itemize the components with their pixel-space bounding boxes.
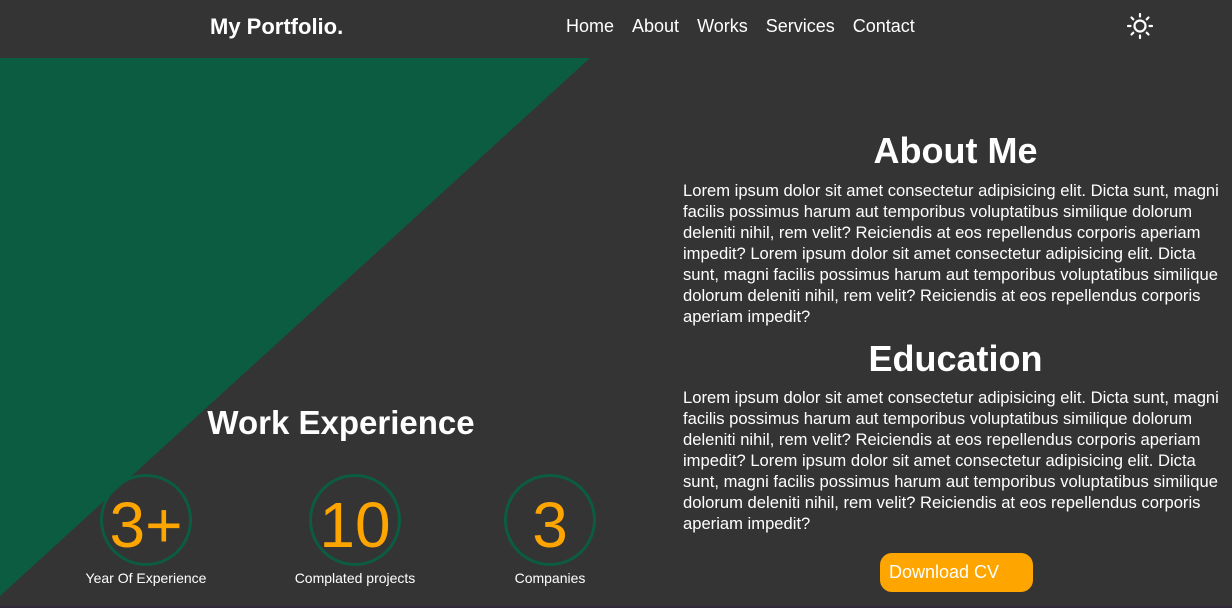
education-text: Lorem ipsum dolor sit amet consectetur a… bbox=[683, 388, 1219, 533]
download-cv-button[interactable]: Download CV bbox=[880, 553, 1033, 592]
nav-link-services[interactable]: Services bbox=[766, 16, 835, 37]
navbar: My Portfolio. Home About Works Services … bbox=[0, 0, 1232, 58]
stat-projects: 10 Complated projects bbox=[255, 474, 455, 586]
nav-links: Home About Works Services Contact bbox=[566, 16, 915, 37]
work-experience-title: Work Experience bbox=[207, 404, 475, 441]
nav-link-works[interactable]: Works bbox=[697, 16, 748, 37]
stat-value: 10 bbox=[319, 489, 391, 561]
page: My Portfolio. Home About Works Services … bbox=[0, 0, 1232, 608]
about-title: About Me bbox=[873, 130, 1038, 171]
stat-label: Companies bbox=[514, 570, 586, 586]
brand-logo[interactable]: My Portfolio. bbox=[210, 14, 343, 40]
nav-link-contact[interactable]: Contact bbox=[853, 16, 915, 37]
about-section: About Me Lorem ipsum dolor sit amet cons… bbox=[683, 58, 1228, 608]
stat-value: 3 bbox=[532, 489, 568, 561]
stat-circle: 3+ bbox=[100, 474, 192, 566]
stat-circle: 10 bbox=[309, 474, 401, 566]
stat-label: Complated projects bbox=[294, 570, 416, 586]
stat-circle: 3 bbox=[504, 474, 596, 566]
nav-link-about[interactable]: About bbox=[632, 16, 679, 37]
stat-value: 3+ bbox=[109, 489, 183, 561]
stat-label: Year Of Experience bbox=[85, 570, 207, 586]
education-title: Education bbox=[868, 338, 1043, 379]
nav-link-home[interactable]: Home bbox=[566, 16, 614, 37]
sun-icon[interactable] bbox=[1126, 12, 1154, 40]
stat-companies: 3 Companies bbox=[450, 474, 650, 586]
stat-years: 3+ Year Of Experience bbox=[46, 474, 246, 586]
work-experience-section: Work Experience 3+ Year Of Experience 10… bbox=[0, 58, 680, 608]
about-text: Lorem ipsum dolor sit amet consectetur a… bbox=[683, 181, 1219, 326]
